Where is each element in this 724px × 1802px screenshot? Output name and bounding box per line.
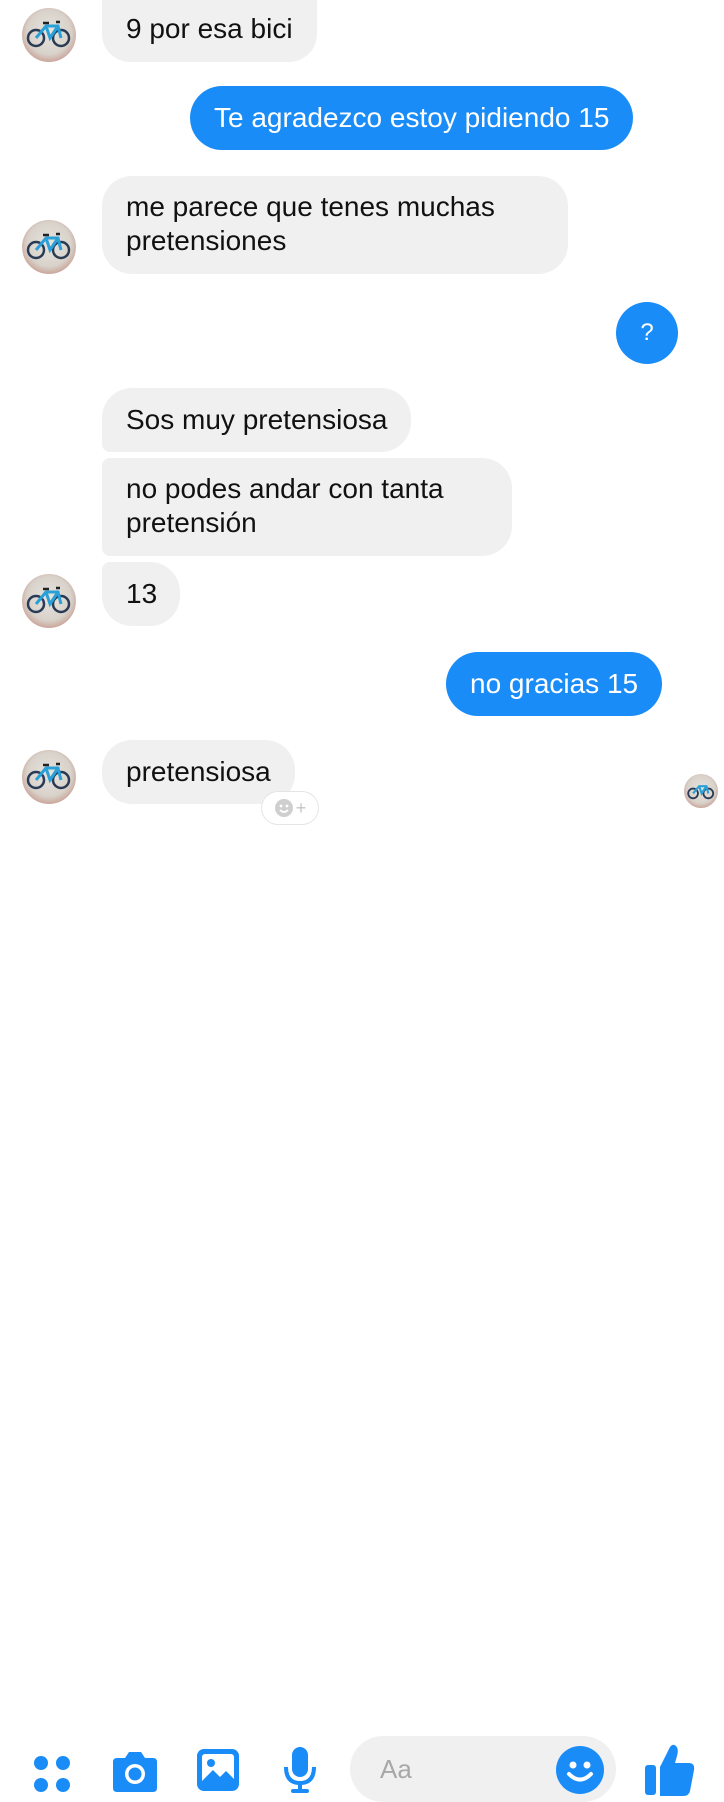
message-text-line: no podes andar con tanta xyxy=(126,473,444,504)
contact-avatar[interactable] xyxy=(22,8,76,62)
emoji-button[interactable] xyxy=(556,1746,604,1794)
message-text-line: pretensión xyxy=(126,507,257,538)
contact-avatar[interactable] xyxy=(22,220,76,274)
bicycle-icon xyxy=(687,785,715,800)
message-text: pretensiosa xyxy=(126,756,271,787)
thumbs-up-icon xyxy=(645,1744,695,1796)
incoming-message[interactable]: pretensiosa xyxy=(102,740,295,804)
grid-dots-icon xyxy=(34,1756,70,1792)
incoming-message[interactable]: 13 xyxy=(102,562,180,626)
incoming-message[interactable]: 9 por esa bici xyxy=(102,0,317,62)
smiley-icon xyxy=(274,799,293,817)
message-text-line: me parece que tenes muchas xyxy=(126,191,495,222)
incoming-message[interactable]: no podes andar con tanta pretensión xyxy=(102,458,512,556)
composer-toolbar xyxy=(0,860,724,1802)
message-text: Te agradezco estoy pidiendo 15 xyxy=(214,102,610,133)
like-button[interactable] xyxy=(642,1740,698,1800)
message-text: 9 por esa bici xyxy=(126,13,293,44)
conversation: 9 por esa bici Te agradezco estoy pidien… xyxy=(0,0,724,860)
message-text: ? xyxy=(640,319,654,346)
contact-avatar[interactable] xyxy=(22,574,76,628)
microphone-icon xyxy=(284,1747,316,1793)
outgoing-message[interactable]: Te agradezco estoy pidiendo 15 xyxy=(190,86,634,150)
message-text: Sos muy pretensiosa xyxy=(126,404,388,435)
incoming-message[interactable]: me parece que tenes muchas pretensiones xyxy=(102,176,568,274)
message-input[interactable] xyxy=(378,1752,552,1786)
bicycle-icon xyxy=(26,232,71,260)
outgoing-message[interactable]: ? xyxy=(616,302,678,364)
smiley-icon xyxy=(567,1761,593,1782)
outgoing-message[interactable]: no gracias 15 xyxy=(446,652,663,716)
gallery-button[interactable] xyxy=(194,1746,242,1794)
contact-avatar[interactable] xyxy=(22,750,76,804)
microphone-button[interactable] xyxy=(280,1744,320,1796)
camera-icon xyxy=(113,1752,157,1792)
add-reaction-button[interactable]: + xyxy=(262,792,318,824)
message-text: 13 xyxy=(126,578,158,609)
bicycle-icon xyxy=(26,20,71,48)
bicycle-icon xyxy=(26,762,71,790)
image-icon xyxy=(197,1749,239,1791)
menu-button[interactable] xyxy=(28,1750,76,1798)
message-text-line: pretensiones xyxy=(126,225,287,256)
seen-receipt-avatar xyxy=(684,774,718,808)
reaction-plus: + xyxy=(295,797,307,818)
camera-button[interactable] xyxy=(108,1748,162,1796)
message-text: no gracias 15 xyxy=(470,668,639,699)
bicycle-icon xyxy=(26,586,71,614)
incoming-message[interactable]: Sos muy pretensiosa xyxy=(102,388,412,452)
